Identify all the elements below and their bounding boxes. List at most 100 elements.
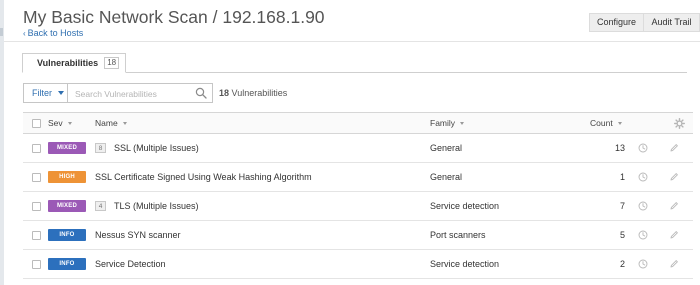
left-edge-strip <box>0 0 4 285</box>
edit-cell <box>669 221 679 249</box>
name-cell[interactable]: Service Detection <box>95 250 166 278</box>
name-cell[interactable]: 8 SSL (Multiple Issues) <box>95 134 199 162</box>
header-checkbox-cell <box>32 113 41 133</box>
vulnerability-name: SSL (Multiple Issues) <box>114 143 199 153</box>
vulnerability-name: TLS (Multiple Issues) <box>114 201 199 211</box>
snooze-cell <box>638 192 648 220</box>
sidebar-toggle-handle[interactable] <box>0 28 3 36</box>
table-row[interactable]: MIXED 8 SSL (Multiple Issues) General 13 <box>23 134 693 163</box>
family-cell: Service detection <box>430 192 499 220</box>
row-checkbox[interactable] <box>32 172 41 182</box>
group-count-badge: 4 <box>95 201 106 211</box>
back-to-hosts-link[interactable]: ‹ Back to Hosts <box>23 28 83 38</box>
select-all-checkbox[interactable] <box>32 118 41 128</box>
sort-caret-icon <box>122 122 127 125</box>
severity-badge: INFO <box>48 229 86 241</box>
configure-button[interactable]: Configure <box>589 13 644 32</box>
tab-count-badge: 18 <box>104 57 120 69</box>
row-checkbox-cell <box>32 221 41 249</box>
sort-caret-icon <box>617 122 622 125</box>
edit-cell <box>669 250 679 278</box>
table-row[interactable]: INFO Service Detection Service detection… <box>23 250 693 279</box>
row-checkbox[interactable] <box>32 259 41 269</box>
sort-caret-icon <box>67 122 72 125</box>
row-checkbox[interactable] <box>32 143 41 153</box>
gear-icon[interactable] <box>674 118 685 129</box>
summary-label: Vulnerabilities <box>231 88 288 98</box>
name-cell[interactable]: 4 TLS (Multiple Issues) <box>95 192 199 220</box>
name-cell[interactable]: Nessus SYN scanner <box>95 221 181 249</box>
column-header-sev[interactable]: Sev <box>48 113 72 133</box>
row-checkbox[interactable] <box>32 201 41 211</box>
vulnerability-count: 5 <box>619 230 625 240</box>
vulnerability-name: Nessus SYN scanner <box>95 230 181 240</box>
family-cell: General <box>430 134 462 162</box>
table-row[interactable]: MIXED 4 TLS (Multiple Issues) Service de… <box>23 192 693 221</box>
edit-cell <box>669 134 679 162</box>
vulnerability-count: 2 <box>619 259 625 269</box>
severity-cell: INFO <box>48 221 86 249</box>
vulnerability-family: Service detection <box>430 259 500 269</box>
vulnerability-family: Service detection <box>430 201 500 211</box>
caret-down-icon <box>58 91 64 95</box>
header-divider <box>4 41 700 42</box>
vulnerability-count: 1 <box>619 172 625 182</box>
vulnerability-name: SSL Certificate Signed Using Weak Hashin… <box>95 172 312 182</box>
count-cell: 1 <box>590 163 640 191</box>
tab-vulnerabilities[interactable]: Vulnerabilities 18 <box>22 53 127 73</box>
column-header-name[interactable]: Name <box>95 113 127 133</box>
column-header-family[interactable]: Family <box>430 113 465 133</box>
filter-label: Filter <box>32 88 52 98</box>
snooze-cell <box>638 221 648 249</box>
edit-cell <box>669 163 679 191</box>
search-input[interactable] <box>68 85 188 103</box>
pencil-icon[interactable] <box>669 172 679 182</box>
summary-count: 18 <box>219 88 230 98</box>
vulnerabilities-table: Sev Name Family Count MIXED 8 SSL (Multi… <box>23 112 693 279</box>
clock-icon[interactable] <box>638 230 648 240</box>
clock-icon[interactable] <box>638 259 648 269</box>
table-body: MIXED 8 SSL (Multiple Issues) General 13 <box>23 134 693 279</box>
severity-cell: MIXED <box>48 192 86 220</box>
severity-cell: MIXED <box>48 134 86 162</box>
family-cell: Port scanners <box>430 221 486 249</box>
vulnerability-name: Service Detection <box>95 259 166 269</box>
family-cell: Service detection <box>430 250 499 278</box>
filter-button[interactable]: Filter <box>23 83 68 103</box>
audit-trail-button[interactable]: Audit Trail <box>644 13 700 32</box>
severity-badge: MIXED <box>48 200 86 212</box>
name-cell[interactable]: SSL Certificate Signed Using Weak Hashin… <box>95 163 312 191</box>
back-link-label: Back to Hosts <box>27 28 84 38</box>
severity-cell: INFO <box>48 250 86 278</box>
vulnerability-family: General <box>430 143 463 153</box>
snooze-cell <box>638 163 648 191</box>
clock-icon[interactable] <box>638 172 648 182</box>
pencil-icon[interactable] <box>669 201 679 211</box>
column-label: Sev <box>48 118 63 128</box>
row-checkbox[interactable] <box>32 230 41 240</box>
vulnerability-count-summary: 18 Vulnerabilities <box>219 88 287 98</box>
page-title: My Basic Network Scan / 192.168.1.90 <box>23 7 325 27</box>
count-cell: 13 <box>590 134 640 162</box>
column-label: Family <box>430 118 456 128</box>
edit-cell <box>669 192 679 220</box>
row-checkbox-cell <box>32 250 41 278</box>
vulnerability-family: Port scanners <box>430 230 486 240</box>
pencil-icon[interactable] <box>669 230 679 240</box>
clock-icon[interactable] <box>638 201 648 211</box>
count-cell: 2 <box>590 250 640 278</box>
column-label: Name <box>95 118 118 128</box>
table-row[interactable]: INFO Nessus SYN scanner Port scanners 5 <box>23 221 693 250</box>
clock-icon[interactable] <box>638 143 648 153</box>
vulnerability-family: General <box>430 172 463 182</box>
pencil-icon[interactable] <box>669 259 679 269</box>
row-checkbox-cell <box>32 192 41 220</box>
search-box <box>68 83 213 103</box>
pencil-icon[interactable] <box>669 143 679 153</box>
column-header-count[interactable]: Count <box>590 113 622 133</box>
snooze-cell <box>638 134 648 162</box>
search-icon[interactable] <box>195 87 207 99</box>
table-row[interactable]: HIGH SSL Certificate Signed Using Weak H… <box>23 163 693 192</box>
table-header: Sev Name Family Count <box>23 112 693 134</box>
chevron-left-icon: ‹ <box>23 29 26 38</box>
